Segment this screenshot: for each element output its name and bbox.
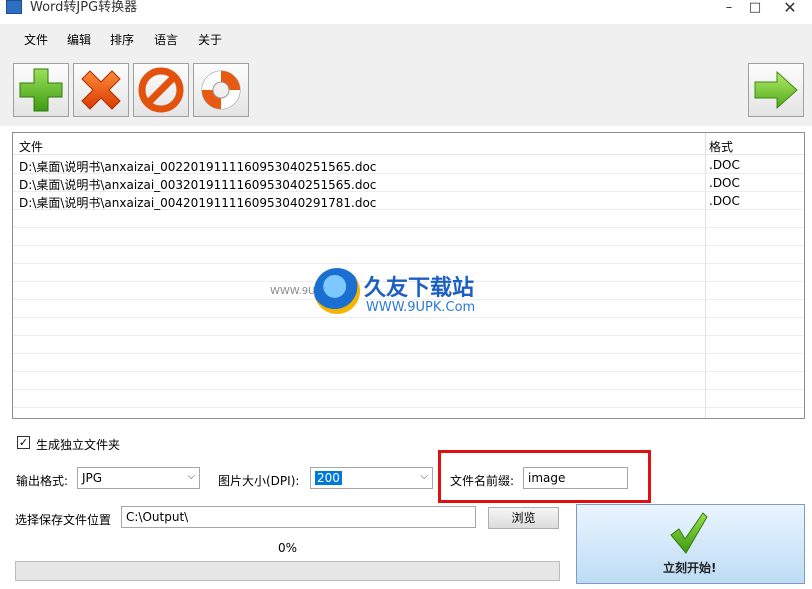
empty-row: [13, 336, 804, 354]
menu-language[interactable]: 语言: [154, 31, 178, 48]
prefix-input[interactable]: image: [523, 467, 628, 489]
prefix-label: 文件名前缀:: [450, 474, 515, 488]
empty-row: [13, 372, 804, 390]
table-row[interactable]: D:\桌面\说明书\anxaizai_004201911116095304029…: [13, 192, 804, 210]
title-bar: Word转JPG转换器 – □ ✕: [0, 0, 812, 24]
close-button[interactable]: ✕: [768, 0, 812, 18]
save-path-input[interactable]: C:\Output\: [121, 506, 476, 528]
dpi-label: 图片大小(DPI):: [218, 474, 300, 488]
file-format-cell: .DOC: [709, 158, 740, 172]
dpi-value: 200: [315, 471, 342, 485]
menu-edit[interactable]: 编辑: [67, 31, 91, 48]
start-button-label: 立刻开始!: [663, 561, 717, 575]
browse-button[interactable]: 浏览: [488, 507, 559, 529]
empty-row: [13, 354, 804, 372]
start-button[interactable]: 立刻开始!: [576, 504, 805, 584]
watermark-logo: [314, 268, 360, 314]
progress-bar: [15, 561, 560, 581]
file-list-header: 文件 格式: [13, 133, 804, 155]
app-icon: [6, 0, 22, 14]
column-header-file[interactable]: 文件: [19, 138, 43, 155]
save-location-label: 选择保存文件位置: [15, 513, 112, 527]
file-path-cell: D:\桌面\说明书\anxaizai_002201911116095304025…: [19, 160, 377, 174]
empty-row: [13, 390, 804, 408]
watermark-title: 久友下载站: [364, 276, 475, 301]
file-format-cell: .DOC: [709, 194, 740, 208]
watermark: WWW.9UPK.COM 久友下载站 WWW.9UPK.Com: [270, 262, 522, 332]
output-format-select[interactable]: JPG ⌵: [77, 467, 200, 489]
maximize-button[interactable]: □: [740, 0, 770, 18]
table-row[interactable]: D:\桌面\说明书\anxaizai_003201911116095304025…: [13, 174, 804, 192]
plus-icon: [19, 68, 63, 112]
toolbar: [0, 54, 812, 126]
empty-row: [13, 228, 804, 246]
file-format-cell: .DOC: [709, 176, 740, 190]
x-icon: [81, 70, 121, 110]
add-files-button[interactable]: [13, 63, 69, 117]
arrow-right-icon: [754, 70, 798, 110]
menu-file[interactable]: 文件: [24, 31, 48, 48]
remove-file-button[interactable]: [73, 63, 129, 117]
menu-about[interactable]: 关于: [198, 31, 222, 48]
table-row[interactable]: D:\桌面\说明书\anxaizai_002201911116095304025…: [13, 156, 804, 174]
next-button[interactable]: [748, 63, 804, 117]
output-format-value: JPG: [82, 471, 103, 485]
file-path-cell: D:\桌面\说明书\anxaizai_003201911116095304025…: [19, 178, 377, 192]
help-button[interactable]: [193, 63, 249, 117]
progress-text: 0%: [278, 541, 298, 555]
lifebuoy-icon: [201, 70, 241, 110]
dpi-select[interactable]: 200 ⌵: [310, 467, 433, 489]
output-format-label: 输出格式:: [16, 474, 69, 488]
empty-row: [13, 210, 804, 228]
column-header-format[interactable]: 格式: [709, 138, 733, 155]
menu-sort[interactable]: 排序: [110, 31, 134, 48]
file-path-cell: D:\桌面\说明书\anxaizai_004201911116095304029…: [19, 196, 377, 210]
window-title: Word转JPG转换器: [30, 0, 138, 15]
no-entry-icon: [138, 67, 184, 113]
checkmark-icon: [670, 512, 708, 554]
clear-list-button[interactable]: [133, 63, 189, 117]
chevron-down-icon: ⌵: [187, 471, 195, 482]
chevron-down-icon: ⌵: [420, 471, 428, 482]
separate-folder-label[interactable]: 生成独立文件夹: [36, 436, 120, 453]
watermark-url: WWW.9UPK.Com: [366, 300, 476, 315]
separate-folder-checkbox[interactable]: ✓: [17, 436, 30, 449]
menu-bar: 文件 编辑 排序 语言 关于: [0, 24, 812, 54]
